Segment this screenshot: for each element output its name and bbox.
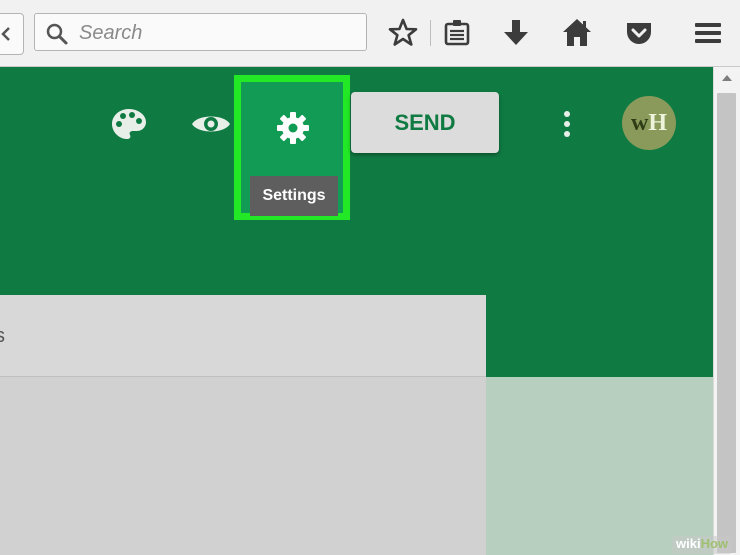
scroll-thumb[interactable] <box>717 93 736 553</box>
home-icon[interactable] <box>560 16 594 50</box>
avatar[interactable]: wH <box>622 96 676 150</box>
back-button[interactable] <box>0 13 24 55</box>
menu-icon[interactable] <box>691 16 725 50</box>
avatar-initial-h: H <box>648 109 667 136</box>
app-header: Settings SEND wH s <box>0 67 713 555</box>
palette-icon[interactable] <box>110 107 148 141</box>
eye-icon[interactable] <box>190 111 232 137</box>
search-placeholder: Search <box>79 22 143 44</box>
avatar-initial-w: w <box>630 109 649 136</box>
toolbar-separator <box>430 20 431 46</box>
background-panel <box>486 377 713 555</box>
more-vert-icon[interactable] <box>562 110 572 138</box>
scroll-up-arrow[interactable] <box>722 75 732 81</box>
back-arrow-icon <box>1 27 10 41</box>
watermark-part-2: How <box>700 536 729 551</box>
reading-list-icon[interactable] <box>440 16 474 50</box>
gear-icon <box>277 112 309 144</box>
search-input[interactable]: Search <box>34 13 367 51</box>
form-card: s <box>0 295 486 555</box>
search-icon <box>46 23 68 45</box>
bookmark-star-icon[interactable] <box>386 16 420 50</box>
settings-tooltip: Settings <box>250 176 338 216</box>
send-button[interactable]: SEND <box>351 92 499 153</box>
browser-toolbar: Search <box>0 0 740 67</box>
card-title-fragment: s <box>0 325 5 347</box>
page-scrollbar[interactable] <box>713 67 740 555</box>
download-icon[interactable] <box>499 16 533 50</box>
wikihow-watermark: wikiHow <box>672 536 733 554</box>
card-body <box>0 377 486 555</box>
settings-button[interactable]: Settings <box>234 75 350 220</box>
watermark-part-1: wiki <box>676 536 701 551</box>
pocket-icon[interactable] <box>622 16 656 50</box>
